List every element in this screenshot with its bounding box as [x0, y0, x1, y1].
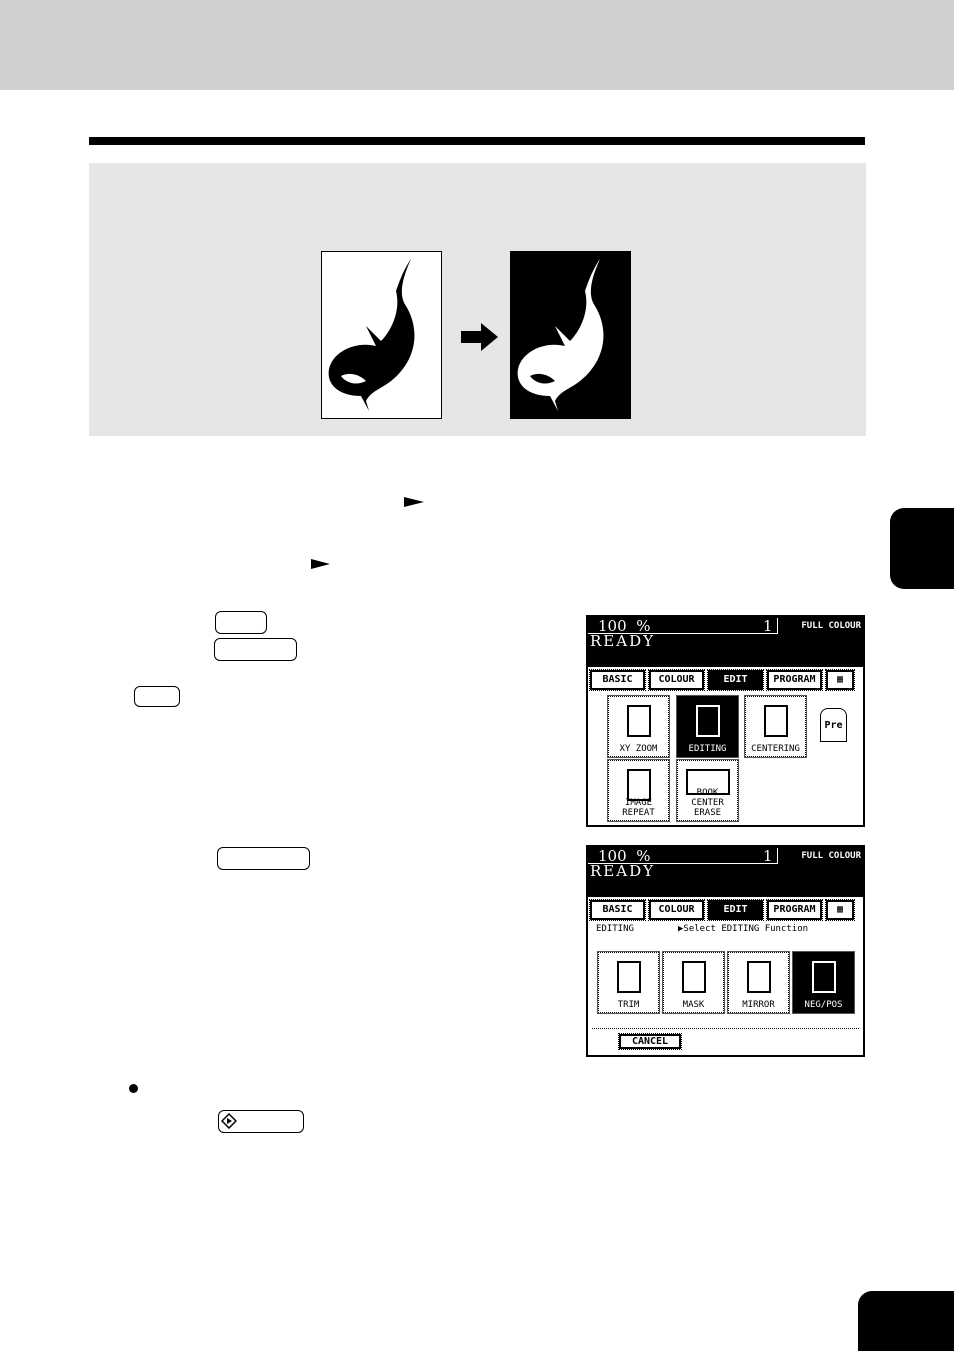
- document-icon: [812, 961, 836, 993]
- copy-count: 1: [763, 617, 773, 635]
- document-icon: [696, 705, 720, 737]
- page-number-block: [858, 1291, 954, 1351]
- document-icon: [627, 705, 651, 737]
- mask-button[interactable]: MASK: [662, 951, 725, 1014]
- trim-button[interactable]: TRIM: [597, 951, 660, 1014]
- tab-edit[interactable]: EDIT: [707, 669, 764, 691]
- document-icon: [747, 961, 771, 993]
- document-icon: [627, 769, 651, 801]
- mirror-button[interactable]: MIRROR: [727, 951, 790, 1014]
- start-key-button[interactable]: [218, 1110, 304, 1133]
- colour-mode: FULL COLOUR: [801, 851, 861, 861]
- status-text: READY: [590, 632, 656, 650]
- panel-key-button[interactable]: [215, 611, 267, 634]
- tab-colour[interactable]: COLOUR: [648, 669, 705, 691]
- editing-button[interactable]: EDITING: [676, 695, 739, 758]
- triangle-pointer-icon: [311, 559, 330, 569]
- title-rule: [89, 137, 865, 145]
- tab-edit[interactable]: EDIT: [707, 899, 764, 921]
- status-area: 100 % 1 FULL COLOUR READY: [588, 847, 863, 897]
- arrow-right-icon: [461, 323, 498, 351]
- touch-panel-screen-edit: 100 % 1 FULL COLOUR READY BASIC COLOUR E…: [586, 615, 865, 827]
- tab-program[interactable]: PROGRAM: [766, 899, 823, 921]
- panel-key-button[interactable]: [217, 847, 310, 870]
- tab-calendar-icon[interactable]: ▦: [825, 899, 855, 921]
- document-icon: [682, 961, 706, 993]
- start-icon: [221, 1113, 237, 1129]
- tab-basic[interactable]: BASIC: [589, 899, 646, 921]
- status-area: 100 % 1 FULL COLOUR READY: [588, 617, 863, 667]
- touch-panel-screen-editing: 100 % 1 FULL COLOUR READY BASIC COLOUR E…: [586, 845, 865, 1057]
- status-text: READY: [590, 862, 656, 880]
- tab-calendar-icon[interactable]: ▦: [825, 669, 855, 691]
- panel-key-button[interactable]: [214, 638, 297, 661]
- tab-colour[interactable]: COLOUR: [648, 899, 705, 921]
- negative-orca-image: [510, 251, 631, 419]
- neg-pos-button[interactable]: NEG/POS: [792, 951, 855, 1014]
- document-icon: [764, 705, 788, 737]
- copy-count: 1: [763, 847, 773, 865]
- cancel-button[interactable]: CANCEL: [618, 1033, 682, 1050]
- tab-basic[interactable]: BASIC: [589, 669, 646, 691]
- centering-button[interactable]: CENTERING: [744, 695, 807, 758]
- document-icon: [617, 961, 641, 993]
- xy-zoom-button[interactable]: XY ZOOM: [607, 695, 670, 758]
- page-header-band: [0, 0, 954, 90]
- chapter-tab: [890, 508, 954, 589]
- tab-program[interactable]: PROGRAM: [766, 669, 823, 691]
- divider: [592, 1028, 859, 1029]
- original-orca-image: [321, 251, 442, 419]
- book-center-erase-button[interactable]: BOOK CENTER ERASE: [676, 759, 739, 822]
- bullet: [129, 1084, 138, 1093]
- section-label: EDITING: [596, 924, 634, 934]
- prompt-text: ▶Select EDITING Function: [678, 924, 809, 934]
- image-repeat-button[interactable]: IMAGE REPEAT: [607, 759, 670, 822]
- preset-button[interactable]: Pre: [820, 708, 847, 742]
- illustration-panel: [89, 163, 866, 436]
- panel-key-button[interactable]: [134, 686, 180, 707]
- colour-mode: FULL COLOUR: [801, 621, 861, 631]
- triangle-pointer-icon: [404, 497, 424, 507]
